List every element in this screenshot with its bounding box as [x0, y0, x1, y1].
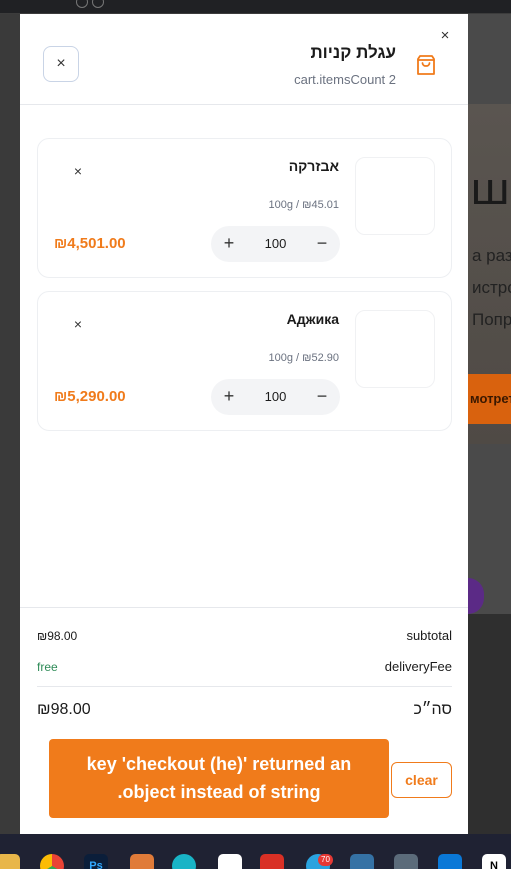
- remove-item-icon[interactable]: ×: [70, 163, 86, 179]
- total-label: סה״כ: [413, 701, 452, 718]
- close-icon[interactable]: ×: [437, 28, 453, 44]
- quantity-value[interactable]: 100: [247, 379, 304, 415]
- vscode-icon[interactable]: [438, 854, 462, 869]
- background-text-line: а раз: [472, 246, 511, 265]
- unit-price: 100g / ₪45.01: [268, 199, 339, 211]
- product-name: Аджика: [286, 311, 339, 327]
- site-info-icon[interactable]: [92, 0, 104, 8]
- total-value: ₪98.00: [37, 701, 91, 718]
- clear-cart-button[interactable]: clear: [391, 762, 452, 798]
- quantity-stepper: + 100 −: [211, 226, 340, 262]
- increase-quantity-button[interactable]: +: [211, 226, 247, 262]
- delivery-fee-label: deliveryFee: [384, 659, 452, 674]
- toast-line: key 'checkout (he)' returned an: [86, 754, 352, 774]
- background-text-line: истро: [472, 278, 511, 297]
- drawer-title: עגלת קניות: [310, 43, 396, 62]
- cart-item: אבזרקה × 100g / ₪45.01 + 100 − ₪4,501.00: [37, 138, 452, 278]
- delivery-fee-value: free: [37, 660, 58, 674]
- shopping-bag-icon: [417, 55, 435, 75]
- background-cta-button[interactable]: мотреть: [468, 374, 511, 424]
- python-icon[interactable]: [350, 854, 374, 869]
- divider: [37, 686, 452, 687]
- canva-icon[interactable]: [172, 854, 196, 869]
- taskbar: Ps 70 N: [0, 834, 511, 869]
- background-text-line: Попр: [472, 310, 511, 329]
- close-cart-button[interactable]: ×: [43, 46, 79, 82]
- toast-line: object instead of string.: [117, 782, 321, 802]
- decrease-quantity-button[interactable]: −: [304, 226, 340, 262]
- photoshop-icon[interactable]: Ps: [84, 854, 108, 869]
- items-count: cart.itemsCount 2: [294, 72, 396, 87]
- app-icon-2[interactable]: [218, 854, 242, 869]
- background-chat-bubble[interactable]: [468, 578, 484, 614]
- increase-quantity-button[interactable]: +: [211, 379, 247, 415]
- background-heading: ш: [470, 164, 511, 215]
- unit-price: 100g / ₪52.90: [268, 352, 339, 364]
- product-image: [355, 310, 435, 388]
- item-total: ₪4,501.00: [54, 235, 126, 252]
- quantity-stepper: + 100 −: [211, 379, 340, 415]
- subtotal-value: ₪98.00: [37, 629, 78, 643]
- background-bottom: [468, 614, 511, 834]
- background-page-right: ш а раз истро Попр мотреть: [468, 14, 511, 834]
- folder-icon[interactable]: [0, 854, 20, 869]
- decrease-quantity-button[interactable]: −: [304, 379, 340, 415]
- cart-item: Аджика × 100g / ₪52.90 + 100 − ₪5,290.00: [37, 291, 452, 431]
- item-total: ₪5,290.00: [54, 388, 126, 405]
- chrome-icon[interactable]: [40, 854, 64, 869]
- cart-drawer: × עגלת קניות cart.itemsCount 2 × אבזרקה …: [20, 14, 468, 834]
- app-icon[interactable]: [130, 854, 154, 869]
- subtotal-label: subtotal: [406, 628, 452, 643]
- notion-icon[interactable]: N: [482, 854, 506, 869]
- quantity-value[interactable]: 100: [247, 226, 304, 262]
- remove-item-icon[interactable]: ×: [70, 316, 86, 332]
- error-toast: key 'checkout (he)' returned an object i…: [49, 739, 389, 818]
- product-image: [355, 157, 435, 235]
- calculator-icon[interactable]: [394, 854, 418, 869]
- notification-badge: 70: [318, 854, 333, 866]
- product-name: אבזרקה: [288, 158, 339, 174]
- browser-toolbar: [0, 0, 511, 14]
- drawer-header: × עגלת קניות cart.itemsCount 2 ×: [20, 14, 468, 105]
- nav-icon[interactable]: [76, 0, 88, 8]
- gmail-icon[interactable]: [260, 854, 284, 869]
